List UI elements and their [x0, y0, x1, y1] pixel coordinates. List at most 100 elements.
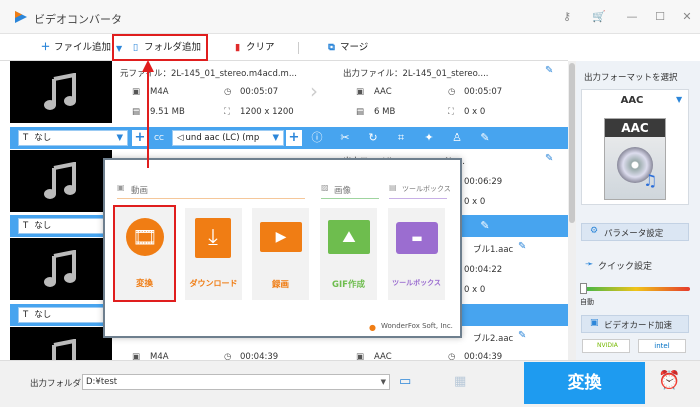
source-duration: 00:05:07	[240, 87, 279, 97]
edit-icon[interactable]: ✎	[518, 330, 526, 341]
image-section-icon: ▨	[321, 183, 329, 192]
thumbnail[interactable]	[10, 327, 112, 360]
download-tile-label: ダウンロード	[189, 279, 238, 288]
format-icon: ▣	[132, 352, 141, 360]
output-duration: 00:05:07	[464, 87, 503, 97]
size-icon: ▤	[132, 107, 141, 117]
download-tile[interactable]: ⤓ ダウンロード	[185, 208, 242, 300]
toolbox-icon: ▬	[396, 222, 438, 254]
output-resolution: 0 x 0	[464, 285, 486, 295]
quality-slider[interactable]	[582, 287, 690, 291]
format-icon: ▣	[356, 87, 365, 97]
video-section-label: 動画	[131, 186, 149, 196]
rotate-icon[interactable]: ↻	[366, 131, 380, 145]
output-duration: 00:04:22	[464, 265, 503, 275]
hw-accel-button[interactable]: ▣ ビデオカード加速	[581, 315, 689, 333]
source-duration: 00:04:39	[240, 352, 279, 360]
merge-label: マージ	[340, 42, 369, 53]
toolbox-tile[interactable]: ▬ ツールボックス	[388, 208, 445, 300]
quick-settings-icon: ➛	[585, 259, 594, 270]
merge-icon: ⧉	[328, 42, 335, 53]
slider-handle[interactable]	[580, 283, 587, 294]
merge-button[interactable]: ⧉ マージ	[326, 40, 368, 56]
chevron-down-icon: ▼	[676, 95, 683, 104]
section-divider	[389, 198, 447, 199]
image-icon: ⛰	[328, 220, 370, 254]
source-format: M4A	[150, 352, 169, 360]
wonderfox-logo-icon: ●	[369, 323, 376, 332]
convert-button[interactable]: 変換	[524, 362, 645, 404]
copyright-label: WonderFox Soft, Inc.	[381, 322, 453, 330]
add-file-button[interactable]: ＋ファイル追加	[40, 40, 111, 56]
edit-icon[interactable]: ✎	[545, 65, 553, 76]
clock-icon: ◷	[448, 352, 456, 360]
edit-icon[interactable]: ✎	[518, 241, 526, 252]
tools-section-icon: ▤	[389, 183, 397, 192]
gif-maker-tile[interactable]: ⛰ GIF作成	[320, 208, 377, 300]
size-icon: ▤	[356, 107, 365, 117]
cart-icon[interactable]: 🛒	[592, 11, 606, 23]
subtitle-select[interactable]: T なし ▼	[18, 130, 128, 146]
aac-icon-banner: AAC	[605, 119, 665, 137]
clear-button[interactable]: ▮ クリア	[232, 40, 275, 56]
edit-subtitle-icon[interactable]: ✎	[478, 131, 492, 145]
parameter-settings-button[interactable]: ⚙ パラメータ設定	[581, 223, 689, 241]
text-icon: T	[23, 221, 29, 231]
edit-icon[interactable]: ✎	[545, 153, 553, 164]
output-folder-input[interactable]: D:¥test ▼	[82, 374, 390, 390]
key-icon[interactable]: ⚷	[560, 11, 574, 23]
scrollbar-thumb[interactable]	[569, 63, 575, 223]
chevron-down-icon[interactable]: ▼	[381, 375, 386, 389]
output-panel: 出力フォーマットを選択 AAC ▼ AAC ♫ ⚙ パラメータ設定 ➛ クイック…	[576, 61, 700, 360]
nvidia-badge[interactable]: NVIDIA	[582, 339, 630, 353]
add-audio-button[interactable]: +	[286, 130, 302, 146]
output-resolution: 0 x 0	[464, 197, 486, 207]
audio-track-select[interactable]: ◁ und aac (LC) (mp ▼	[172, 130, 284, 146]
format-selector[interactable]: AAC ▼ AAC ♫	[581, 89, 689, 205]
download-icon: ⤓	[195, 218, 231, 258]
output-format: AAC	[374, 352, 392, 360]
add-folder-button[interactable]: ▯ フォルダ追加	[112, 34, 208, 61]
toolbar-divider	[298, 42, 299, 54]
intel-label: intel	[654, 342, 670, 350]
edit-subtitle-icon[interactable]: ✎	[478, 219, 492, 233]
footer-bar: 出力フォルダ： D:¥test ▼ ▭ ▦ 変換 ⏰	[0, 360, 700, 407]
minimize-button[interactable]: —	[625, 11, 639, 23]
info-icon[interactable]: ⓘ	[310, 131, 324, 145]
aac-format-icon: AAC ♫	[604, 118, 666, 200]
tools-section-label: ツールボックス	[402, 185, 451, 193]
title-bar: ビデオコンバータ ⚷ 🛒 — ☐ ✕	[0, 0, 700, 34]
item-toolbar: T なし ▼ + CC ◁ und aac (LC) (mp ▼ + ⓘ ✂ ↻ ⌗ ✦…	[10, 127, 568, 149]
thumbnail[interactable]	[10, 150, 112, 212]
crop-icon[interactable]: ⌗	[394, 131, 408, 145]
thumbnail[interactable]	[10, 61, 112, 123]
merge-output-icon[interactable]: ▦	[454, 374, 466, 389]
effects-icon[interactable]: ✦	[422, 131, 436, 145]
thumbnail[interactable]	[10, 238, 112, 300]
convert-tile[interactable]: 🎞 変換	[113, 205, 176, 302]
app-title: ビデオコンバータ	[34, 13, 122, 26]
scissors-icon[interactable]: ✂	[338, 131, 352, 145]
text-icon: T	[23, 310, 29, 320]
subtitle-select-value: なし	[34, 133, 52, 143]
main-menu-popup: ▣ 動画 ▨ 画像 ▤ ツールボックス 🎞 変換 ⤓ ダウンロード ▶ 録画 ⛰…	[103, 158, 462, 338]
chip-icon: ▣	[590, 318, 599, 328]
record-tile[interactable]: ▶ 録画	[252, 208, 309, 300]
alarm-clock-icon[interactable]: ⏰	[658, 370, 680, 391]
convert-tile-label: 変換	[135, 279, 153, 289]
maximize-button[interactable]: ☐	[653, 11, 667, 23]
video-section-icon: ▣	[117, 183, 125, 192]
format-name: AAC	[620, 95, 644, 106]
music-note-icon	[44, 73, 76, 110]
source-resolution: 1200 x 1200	[240, 107, 294, 117]
intel-badge[interactable]: intel	[638, 339, 686, 353]
open-folder-icon[interactable]: ▭	[399, 374, 411, 389]
watermark-icon[interactable]: ♙	[450, 131, 464, 145]
plus-icon: ＋	[40, 42, 51, 53]
output-format-title: 出力フォーマットを選択	[584, 73, 678, 83]
section-divider	[321, 198, 379, 199]
film-icon: 🎞	[126, 218, 164, 256]
clock-icon: ◷	[448, 87, 456, 97]
annotation-arrow	[142, 60, 154, 168]
close-button[interactable]: ✕	[680, 11, 694, 23]
